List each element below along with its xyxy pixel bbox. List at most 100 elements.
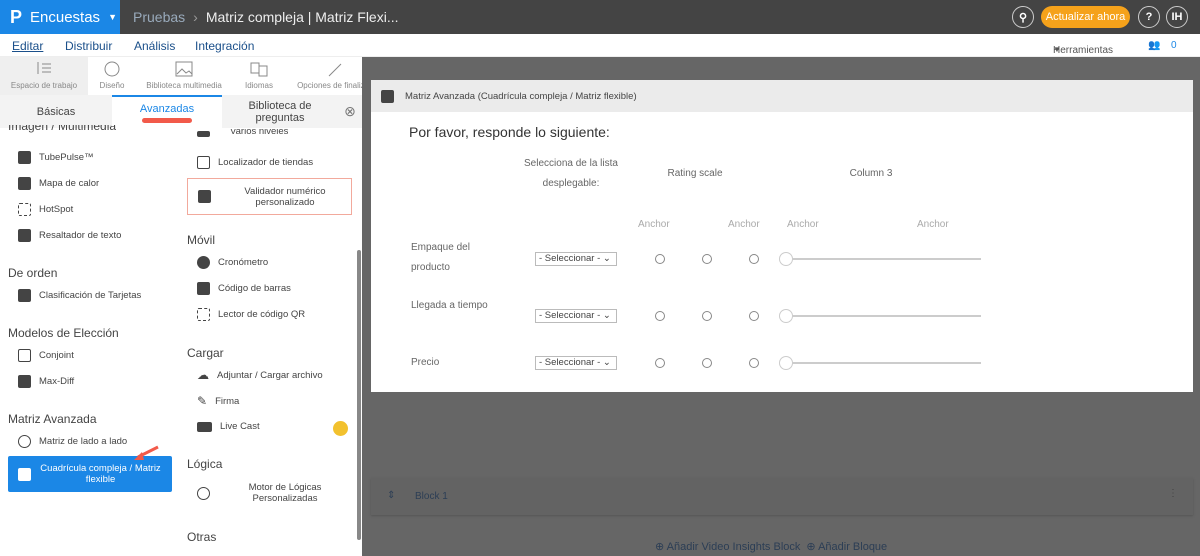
item-heatmap[interactable]: Mapa de calor bbox=[18, 177, 99, 190]
conjoint-icon bbox=[18, 349, 31, 362]
avatar[interactable]: IH bbox=[1166, 6, 1188, 28]
rating-radio[interactable] bbox=[749, 311, 759, 321]
block-row[interactable]: ⇕ Block 1 ⋮ bbox=[371, 478, 1193, 515]
section-choice: Modelos de Elección bbox=[8, 326, 119, 340]
help-button[interactable]: ? bbox=[1138, 6, 1160, 28]
slider-handle[interactable] bbox=[779, 309, 793, 323]
tab-analisis[interactable]: Análisis bbox=[134, 39, 175, 53]
item-highlighter[interactable]: Resaltador de texto bbox=[18, 229, 121, 242]
rating-radio[interactable] bbox=[749, 254, 759, 264]
tool-label: Biblioteca multimedia bbox=[146, 81, 222, 90]
item-label: Live Cast bbox=[220, 421, 260, 432]
item-label: Clasificación de Tarjetas bbox=[39, 290, 142, 301]
col-header-dropdown: Selecciona de la lista desplegable: bbox=[524, 158, 618, 189]
collaborators-icon[interactable]: 👥 bbox=[1148, 40, 1160, 51]
row-dropdown[interactable]: - Seleccionar - ⌄ bbox=[535, 356, 617, 370]
tool-languages[interactable]: Idiomas bbox=[239, 57, 279, 95]
item-label: Lector de código QR bbox=[218, 309, 306, 320]
search-button[interactable]: ⚲ bbox=[1012, 6, 1034, 28]
rating-radio[interactable] bbox=[655, 358, 665, 368]
caret-down-icon: ▼ bbox=[108, 12, 117, 22]
tool-workspace[interactable]: Espacio de trabajo bbox=[0, 57, 88, 95]
slider-handle[interactable] bbox=[779, 252, 793, 266]
image-icon bbox=[175, 61, 193, 77]
slider-track[interactable] bbox=[786, 315, 981, 317]
collaborators-count: 0 bbox=[1171, 40, 1177, 51]
add-block-button[interactable]: ⊕ Añadir Bloque bbox=[806, 540, 887, 553]
close-panel-button[interactable]: ⊗ bbox=[338, 95, 362, 128]
collapse-icon[interactable]: ⇕ bbox=[387, 490, 395, 501]
search-icon: ⚲ bbox=[1018, 11, 1028, 24]
rating-radio[interactable] bbox=[749, 358, 759, 368]
item-timer[interactable]: Cronómetro bbox=[197, 256, 268, 269]
item-label: TubePulse™ bbox=[39, 152, 94, 163]
cards-icon bbox=[18, 289, 31, 302]
tab-editar[interactable]: Editar bbox=[12, 39, 43, 53]
product-name: Encuestas bbox=[30, 8, 101, 26]
item-logic-engine[interactable]: Motor de Lógicas Personalizadas bbox=[197, 481, 352, 505]
tab-avanzadas[interactable]: Avanzadas bbox=[112, 95, 222, 128]
item-multilevel[interactable]: Varios niveles bbox=[197, 129, 288, 137]
item-label: Firma bbox=[215, 395, 240, 407]
item-barcode[interactable]: Código de barras bbox=[197, 282, 291, 295]
tools-label: Herramientas bbox=[1053, 45, 1114, 56]
item-tubepulse[interactable]: TubePulse™ bbox=[18, 151, 94, 164]
tool-design[interactable]: Diseño bbox=[92, 57, 132, 95]
active-underline bbox=[142, 117, 192, 123]
tab-distribuir[interactable]: Distribuir bbox=[65, 39, 112, 53]
item-label: Validador numérico personalizado bbox=[244, 185, 326, 208]
grid-icon bbox=[381, 90, 394, 103]
rating-radio[interactable] bbox=[655, 254, 665, 264]
slider-track[interactable] bbox=[786, 362, 981, 364]
tab-basicas[interactable]: Básicas bbox=[0, 95, 112, 128]
magic-wand-icon bbox=[328, 63, 342, 77]
wand-icon bbox=[18, 375, 31, 388]
add-video-block-button[interactable]: ⊕ Añadir Video Insights Block bbox=[655, 540, 800, 553]
section-logic: Lógica bbox=[187, 457, 223, 471]
chevron-down-icon: ⌄ bbox=[602, 310, 611, 321]
multilevel-icon bbox=[197, 131, 210, 137]
caret-down-icon: ▼ bbox=[1053, 45, 1061, 54]
item-qr[interactable]: Lector de código QR bbox=[197, 308, 305, 321]
slider-handle[interactable] bbox=[779, 356, 793, 370]
row-dropdown[interactable]: - Seleccionar - ⌄ bbox=[535, 252, 617, 266]
item-label: Resaltador de texto bbox=[39, 230, 122, 241]
rating-radio[interactable] bbox=[702, 311, 712, 321]
anchor-label: Anchor bbox=[638, 219, 670, 230]
item-upload[interactable]: ☁ Adjuntar / Cargar archivo bbox=[197, 368, 323, 382]
chevron-right-icon: › bbox=[193, 9, 198, 25]
select-value: - Seleccionar - bbox=[539, 310, 601, 321]
hotspot-icon bbox=[18, 203, 31, 216]
product-switcher[interactable]: P Encuestas ▼ bbox=[0, 0, 120, 34]
rating-radio[interactable] bbox=[655, 311, 665, 321]
item-side-by-side[interactable]: Matriz de lado a lado bbox=[18, 435, 127, 448]
col-header-column3: Column 3 bbox=[849, 168, 893, 179]
question-preview-modal: Matriz Avanzada (Cuadrícula compleja / M… bbox=[371, 80, 1193, 392]
rating-radio[interactable] bbox=[702, 358, 712, 368]
tab-biblioteca[interactable]: Biblioteca de preguntas bbox=[222, 95, 338, 128]
translate-icon bbox=[250, 62, 268, 77]
item-cardsort[interactable]: Clasificación de Tarjetas bbox=[18, 289, 141, 302]
more-options-icon[interactable]: ⋮ bbox=[1168, 488, 1178, 499]
section-upload: Cargar bbox=[187, 346, 224, 360]
breadcrumb-parent[interactable]: Pruebas bbox=[133, 9, 185, 25]
item-numeric-validator[interactable]: Validador numérico personalizado bbox=[187, 178, 352, 215]
item-livecast[interactable]: Live Cast bbox=[197, 421, 260, 432]
tab-integracion[interactable]: Integración bbox=[195, 39, 254, 53]
panel-scrollbar[interactable] bbox=[357, 250, 361, 540]
item-signature[interactable]: ✎ Firma bbox=[197, 394, 239, 408]
rating-radio[interactable] bbox=[702, 254, 712, 264]
item-conjoint[interactable]: Conjoint bbox=[18, 349, 74, 362]
row-dropdown[interactable]: - Seleccionar - ⌄ bbox=[535, 309, 617, 323]
item-store-locator[interactable]: Localizador de tiendas bbox=[197, 156, 313, 169]
question-types-panel: Básicas Avanzadas Biblioteca de pregunta… bbox=[0, 95, 362, 556]
tool-media[interactable]: Biblioteca multimedia bbox=[144, 57, 224, 95]
item-maxdiff[interactable]: Max-Diff bbox=[18, 375, 74, 388]
slider-track[interactable] bbox=[786, 258, 981, 260]
item-label: Adjuntar / Cargar archivo bbox=[217, 369, 323, 381]
section-matrix: Matriz Avanzada bbox=[8, 412, 97, 426]
validator-icon bbox=[198, 190, 211, 203]
item-hotspot[interactable]: HotSpot bbox=[18, 203, 73, 216]
upgrade-button[interactable]: Actualizar ahora bbox=[1041, 6, 1130, 28]
item-label: HotSpot bbox=[39, 204, 74, 215]
